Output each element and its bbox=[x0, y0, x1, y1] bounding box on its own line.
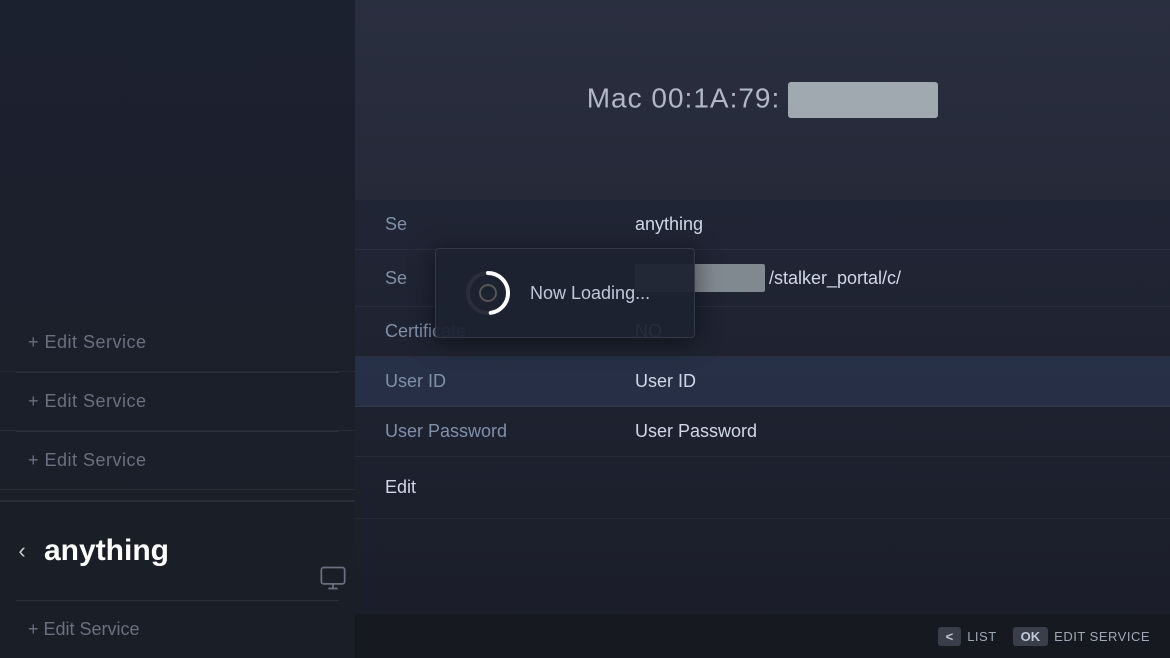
certificate-label: Certificate bbox=[385, 321, 635, 342]
certificate-value: NO bbox=[635, 321, 662, 342]
mac-value-redacted bbox=[788, 82, 938, 118]
service-url-value: /stalker_portal/c/ bbox=[635, 264, 901, 292]
url-prefix-redacted bbox=[635, 264, 765, 292]
edit-button[interactable]: Edit bbox=[385, 477, 416, 498]
mac-label: Mac 00:1A:79: bbox=[587, 82, 939, 118]
sidebar-item-2[interactable]: + Edit Service bbox=[0, 373, 355, 431]
detail-row-edit[interactable]: Edit bbox=[355, 457, 1170, 519]
mac-header: Mac 00:1A:79: bbox=[355, 0, 1170, 200]
ok-key: OK bbox=[1013, 627, 1049, 646]
back-icon[interactable]: ‹ bbox=[0, 502, 44, 600]
service-url-label: Se bbox=[385, 268, 635, 289]
detail-row-user-password: User Password User Password bbox=[355, 407, 1170, 457]
service-detail: Se anything Se /stalker_portal/c/ Certif… bbox=[355, 200, 1170, 658]
detail-row-service-name: Se anything bbox=[355, 200, 1170, 250]
sidebar-active-item[interactable]: ‹ anything bbox=[0, 500, 355, 600]
user-password-label: User Password bbox=[385, 421, 635, 442]
edit-service-button[interactable]: OK EDIT SERVICE bbox=[1013, 627, 1150, 646]
service-name-label: Se bbox=[385, 214, 635, 235]
detail-row-certificate: Certificate NO bbox=[355, 307, 1170, 357]
mac-prefix: Mac 00:1A:79: bbox=[587, 82, 781, 113]
list-key: < bbox=[938, 627, 962, 646]
sidebar-bottom-item[interactable]: + Edit Service bbox=[0, 601, 355, 658]
list-label: LIST bbox=[967, 629, 996, 644]
user-password-value: User Password bbox=[635, 421, 757, 442]
sidebar: + Edit Service + Edit Service + Edit Ser… bbox=[0, 0, 355, 658]
bottom-bar: < LIST OK EDIT SERVICE bbox=[355, 614, 1170, 658]
active-item-label: anything bbox=[44, 534, 311, 568]
user-id-value: User ID bbox=[635, 371, 696, 392]
edit-service-label: EDIT SERVICE bbox=[1054, 629, 1150, 644]
service-name-value: anything bbox=[635, 214, 703, 235]
sidebar-item-3[interactable]: + Edit Service bbox=[0, 432, 355, 490]
sidebar-top-items: + Edit Service + Edit Service + Edit Ser… bbox=[0, 0, 355, 500]
detail-row-service-url: Se /stalker_portal/c/ bbox=[355, 250, 1170, 307]
user-id-label: User ID bbox=[385, 371, 635, 392]
url-path: /stalker_portal/c/ bbox=[769, 268, 901, 289]
list-button[interactable]: < LIST bbox=[938, 627, 997, 646]
monitor-icon bbox=[311, 556, 355, 600]
main-panel: Mac 00:1A:79: Se anything Se /stalker_po… bbox=[355, 0, 1170, 658]
detail-row-user-id: User ID User ID bbox=[355, 357, 1170, 407]
sidebar-item-1[interactable]: + Edit Service bbox=[0, 314, 355, 372]
